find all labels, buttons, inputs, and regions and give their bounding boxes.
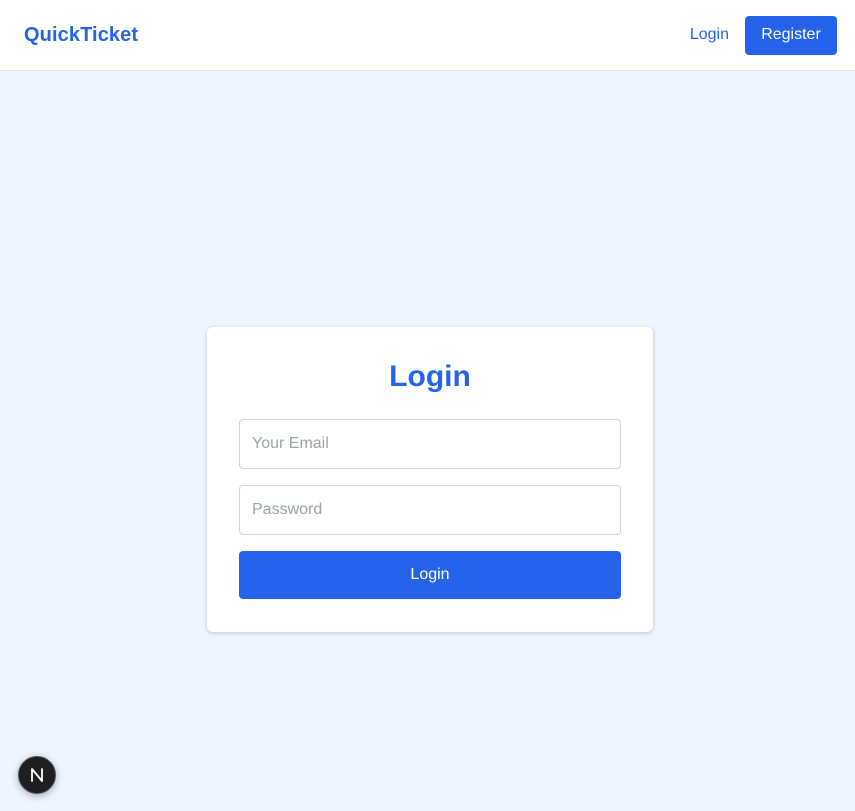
- nextjs-logo-icon: [31, 768, 43, 782]
- login-card: Login Login: [207, 327, 653, 632]
- email-field[interactable]: [239, 419, 621, 469]
- login-title: Login: [389, 360, 471, 393]
- brand-logo[interactable]: QuickTicket: [24, 24, 138, 47]
- register-button[interactable]: Register: [745, 15, 837, 55]
- navbar: QuickTicket Login Register: [0, 0, 855, 71]
- password-field[interactable]: [239, 485, 621, 535]
- login-submit-button[interactable]: Login: [239, 551, 621, 599]
- login-link[interactable]: Login: [690, 26, 729, 44]
- nav-actions: Login Register: [690, 15, 837, 55]
- nextjs-devtools-button[interactable]: [18, 756, 56, 794]
